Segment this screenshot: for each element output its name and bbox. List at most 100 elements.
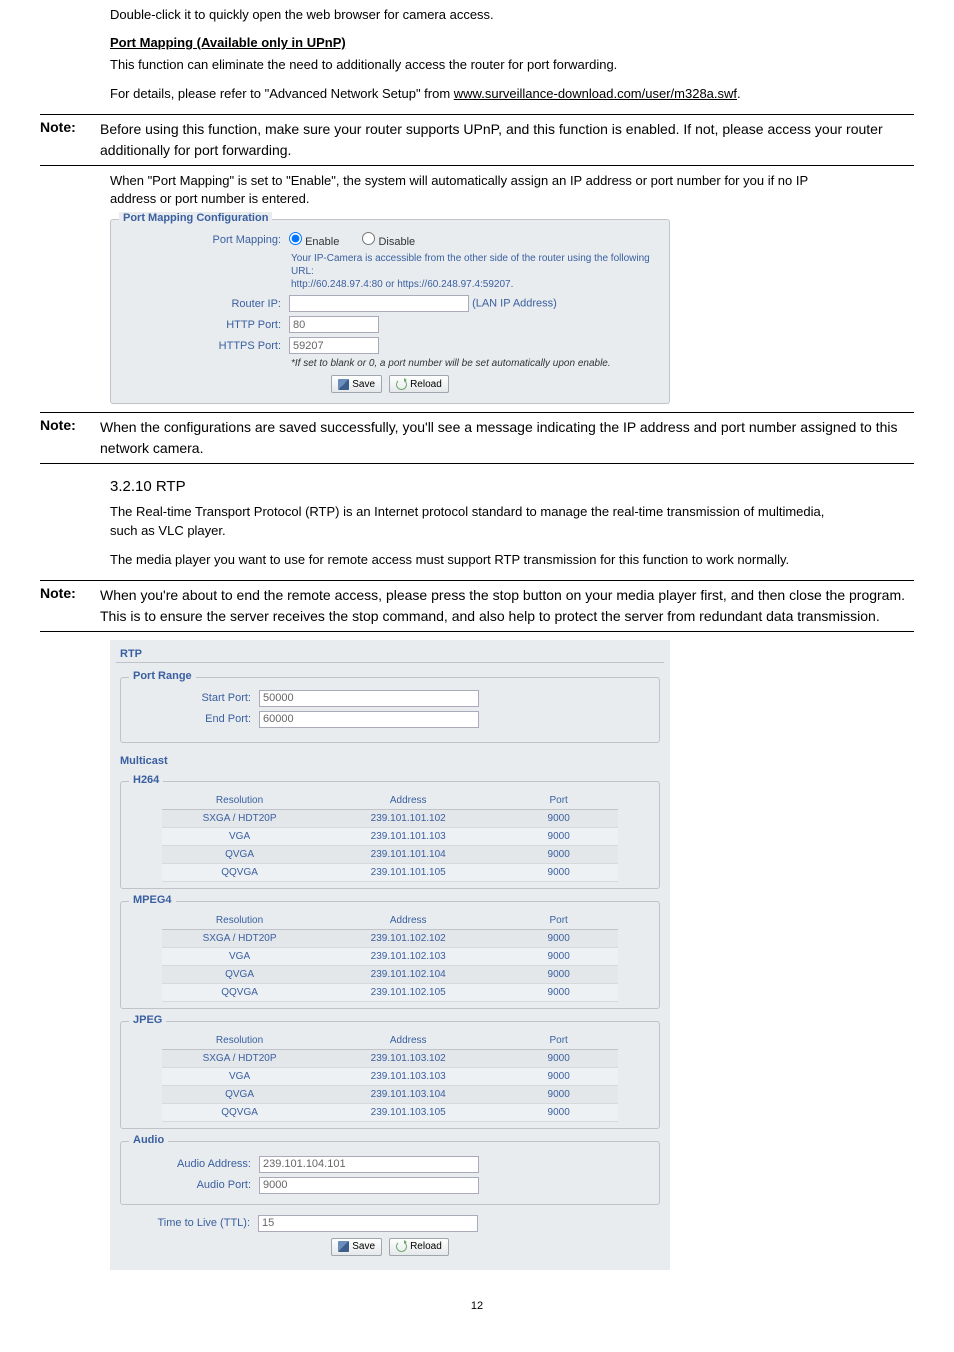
jpeg-fieldset: JPEG Resolution Address Port SXGA / HDT2…	[120, 1021, 660, 1129]
col-address: Address	[317, 912, 499, 930]
rtp-section-heading: 3.2.10 RTP	[110, 478, 844, 495]
note-label: Note:	[40, 585, 100, 627]
h264-legend: H264	[129, 774, 163, 786]
save-icon	[338, 379, 349, 390]
note-body-3: When you're about to end the remote acce…	[100, 585, 914, 627]
start-port-input[interactable]	[259, 690, 479, 707]
save-button-label: Save	[352, 379, 375, 390]
mpeg4-legend: MPEG4	[129, 894, 176, 906]
panel-legend: Port Mapping Configuration	[119, 212, 272, 224]
save-button[interactable]: Save	[331, 375, 382, 393]
table-cell: 9000	[499, 1067, 618, 1085]
note-body-2: When the configurations are saved succes…	[100, 417, 914, 459]
mpeg4-fieldset: MPEG4 Resolution Address Port SXGA / HDT…	[120, 901, 660, 1009]
table-cell: 239.101.103.104	[317, 1085, 499, 1103]
lbl-https-port: HTTPS Port:	[121, 340, 281, 352]
lbl-port-mapping: Port Mapping:	[121, 234, 281, 246]
table-row: SXGA / HDT20P239.101.103.1029000	[162, 1049, 618, 1067]
rtp-reload-button[interactable]: Reload	[389, 1238, 449, 1256]
table-row: VGA239.101.101.1039000	[162, 827, 618, 845]
table-cell: VGA	[162, 947, 317, 965]
table-cell: SXGA / HDT20P	[162, 929, 317, 947]
divider	[40, 631, 914, 632]
reload-button[interactable]: Reload	[389, 375, 449, 393]
table-cell: 239.101.102.102	[317, 929, 499, 947]
table-cell: 239.101.101.104	[317, 845, 499, 863]
rtp-title: RTP	[116, 646, 664, 663]
audio-port-input[interactable]	[259, 1177, 479, 1194]
reload-button-label: Reload	[410, 379, 442, 390]
table-cell: 239.101.101.102	[317, 809, 499, 827]
lbl-start-port: Start Port:	[131, 692, 251, 704]
table-cell: 9000	[499, 809, 618, 827]
audio-address-input[interactable]	[259, 1156, 479, 1173]
col-port: Port	[499, 792, 618, 810]
radio-disable-input[interactable]	[362, 232, 375, 245]
lbl-http-port: HTTP Port:	[121, 319, 281, 331]
table-cell: 239.101.103.105	[317, 1103, 499, 1121]
rtp-save-button[interactable]: Save	[331, 1238, 382, 1256]
mpeg4-table: Resolution Address Port SXGA / HDT20P239…	[162, 912, 618, 1002]
table-cell: SXGA / HDT20P	[162, 809, 317, 827]
table-cell: SXGA / HDT20P	[162, 1049, 317, 1067]
port-mapping-config-panel: Port Mapping Configuration Port Mapping:…	[110, 219, 670, 404]
table-cell: 9000	[499, 827, 618, 845]
radio-enable-label: Enable	[305, 236, 339, 248]
table-cell: VGA	[162, 827, 317, 845]
lbl-ttl: Time to Live (TTL):	[120, 1217, 250, 1229]
divider	[40, 463, 914, 464]
reload-icon	[396, 1241, 407, 1252]
table-row: SXGA / HDT20P239.101.101.1029000	[162, 809, 618, 827]
table-row: QQVGA239.101.101.1059000	[162, 863, 618, 881]
accessible-url-note: Your IP-Camera is accessible from the ot…	[291, 252, 659, 291]
https-port-input[interactable]	[289, 337, 379, 354]
table-cell: 239.101.103.102	[317, 1049, 499, 1067]
pm-para-3: When "Port Mapping" is set to "Enable", …	[110, 172, 844, 210]
table-cell: QVGA	[162, 845, 317, 863]
table-cell: 239.101.101.105	[317, 863, 499, 881]
table-row: QVGA239.101.101.1049000	[162, 845, 618, 863]
rtp-para-1: The Real-time Transport Protocol (RTP) i…	[110, 503, 844, 541]
router-ip-input[interactable]	[289, 295, 469, 312]
save-icon	[338, 1241, 349, 1252]
reload-icon	[396, 379, 407, 390]
h264-fieldset: H264 Resolution Address Port SXGA / HDT2…	[120, 781, 660, 889]
h264-table: Resolution Address Port SXGA / HDT20P239…	[162, 792, 618, 882]
user-manual-link[interactable]: www.surveillance-download.com/user/m328a…	[454, 86, 737, 101]
rtp-save-label: Save	[352, 1241, 375, 1252]
table-cell: 9000	[499, 1085, 618, 1103]
pm-para-2-post: .	[737, 86, 741, 101]
h264-rows: SXGA / HDT20P239.101.101.1029000VGA239.1…	[162, 809, 618, 881]
table-cell: 9000	[499, 929, 618, 947]
table-cell: 239.101.102.103	[317, 947, 499, 965]
pm-para-2-pre: For details, please refer to "Advanced N…	[110, 86, 454, 101]
table-cell: QVGA	[162, 1085, 317, 1103]
note-label: Note:	[40, 417, 100, 459]
table-cell: 239.101.103.103	[317, 1067, 499, 1085]
table-cell: 239.101.101.103	[317, 827, 499, 845]
mpeg4-rows: SXGA / HDT20P239.101.102.1029000VGA239.1…	[162, 929, 618, 1001]
http-port-input[interactable]	[289, 316, 379, 333]
page-number: 12	[0, 1300, 954, 1312]
intro-para: Double-click it to quickly open the web …	[110, 6, 844, 25]
radio-enable-input[interactable]	[289, 232, 302, 245]
audio-legend: Audio	[129, 1134, 168, 1146]
radio-enable[interactable]: Enable	[289, 236, 342, 248]
jpeg-rows: SXGA / HDT20P239.101.103.1029000VGA239.1…	[162, 1049, 618, 1121]
table-cell: 9000	[499, 863, 618, 881]
col-address: Address	[317, 792, 499, 810]
divider	[40, 114, 914, 115]
table-cell: VGA	[162, 1067, 317, 1085]
table-cell: 9000	[499, 983, 618, 1001]
radio-disable[interactable]: Disable	[362, 236, 415, 248]
jpeg-table: Resolution Address Port SXGA / HDT20P239…	[162, 1032, 618, 1122]
port-range-legend: Port Range	[129, 670, 196, 682]
table-cell: 9000	[499, 1103, 618, 1121]
end-port-input[interactable]	[259, 711, 479, 728]
table-cell: 9000	[499, 845, 618, 863]
ttl-input[interactable]	[258, 1215, 478, 1232]
table-cell: 9000	[499, 1049, 618, 1067]
table-row: QQVGA239.101.102.1059000	[162, 983, 618, 1001]
lbl-audio-address: Audio Address:	[131, 1158, 251, 1170]
rtp-reload-label: Reload	[410, 1241, 442, 1252]
